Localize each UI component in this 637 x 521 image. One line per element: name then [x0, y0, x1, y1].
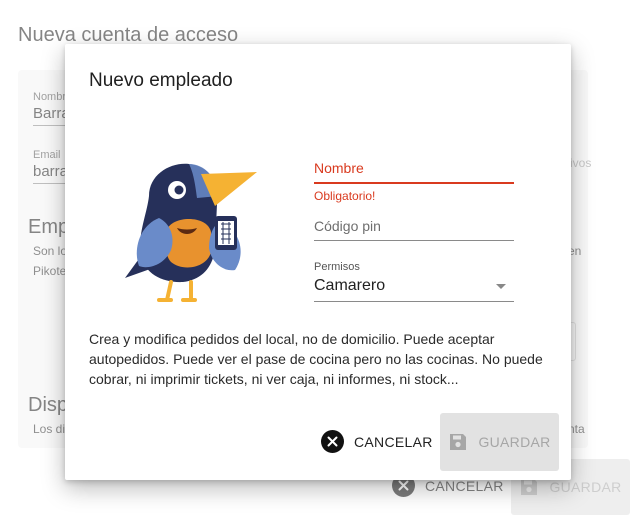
role-description: Crea y modifica pedidos del local, no de…	[89, 331, 543, 387]
permissions-select[interactable]: Camarero	[314, 277, 514, 301]
permissions-label: Permisos	[314, 261, 360, 273]
bird-illustration	[125, 163, 257, 302]
cancel-button[interactable]: CANCELAR	[321, 430, 433, 453]
name-error-message: Obligatorio!	[314, 189, 376, 203]
dropdown-caret-icon	[496, 283, 506, 289]
save-button[interactable]: GUARDAR	[440, 413, 559, 471]
cancel-label: CANCELAR	[354, 433, 433, 450]
pin-underline	[314, 240, 514, 241]
name-field: Obligatorio!	[314, 160, 514, 203]
name-input[interactable]	[314, 160, 514, 182]
dialog-title: Nuevo empleado	[89, 70, 233, 91]
pin-input[interactable]	[314, 218, 514, 240]
cancel-x-icon	[321, 430, 344, 453]
permissions-underline	[314, 301, 514, 302]
permissions-value: Camarero	[314, 277, 386, 294]
pin-field	[314, 218, 514, 241]
name-underline	[314, 182, 514, 184]
permissions-field: Permisos Camarero	[314, 261, 514, 302]
save-label: GUARDAR	[478, 434, 551, 450]
new-employee-dialog: Nuevo empleado Obligatorio!	[65, 44, 571, 480]
save-disk-icon	[448, 432, 468, 452]
